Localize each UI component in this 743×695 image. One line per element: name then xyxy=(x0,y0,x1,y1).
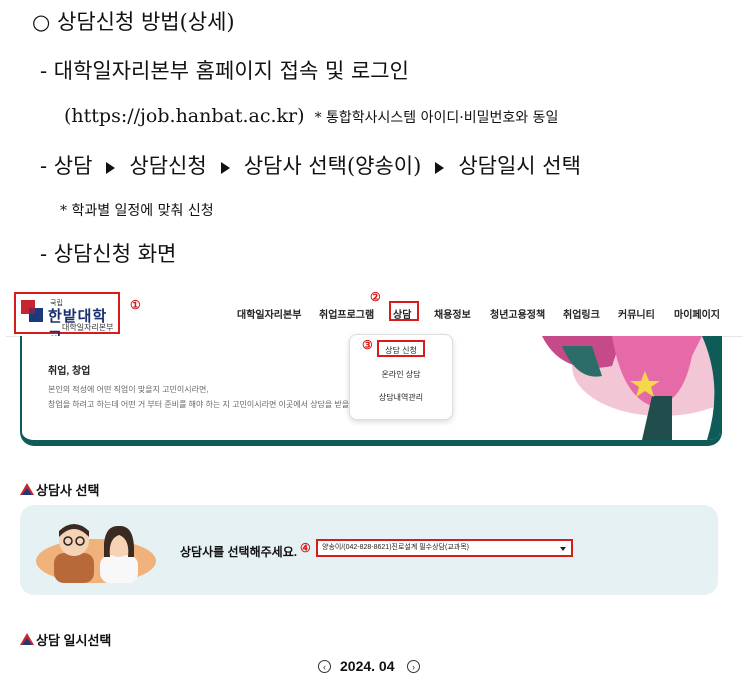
step1-url: (https://job.hanbat.ac.kr) xyxy=(64,105,305,127)
nav-item-mypage[interactable]: 마이페이지 xyxy=(674,306,720,321)
arrow-right-icon xyxy=(106,161,116,174)
menu-item-apply[interactable]: 상담 신청 xyxy=(350,345,452,356)
step1-note: * 통합학사시스템 아이디·비밀번호와 동일 xyxy=(314,110,559,126)
counselor-select-value: 양송이/(042-828-8621)진로설계 필수상담(교과목) xyxy=(322,544,469,551)
chevron-down-icon xyxy=(560,547,566,551)
hero-text-1: 본인의 적성에 어떤 직업이 맞을지 고민이시라면, xyxy=(48,385,209,394)
counselor-panel: 상담사를 선택해주세요. ④ 양송이/(042-828-8621)진로설계 필수… xyxy=(20,505,718,595)
nav-item-jobs[interactable]: 채용정보 xyxy=(434,306,471,321)
month-navigator: ‹ 2024. 04 › xyxy=(318,658,428,678)
arrow-right-icon xyxy=(220,161,230,174)
nav-item-program[interactable]: 취업프로그램 xyxy=(319,306,374,321)
step2-prefix: - xyxy=(40,154,54,178)
site-header: 국립 한밭대학교 대학일자리본부 ① 대학일자리본부 취업프로그램 ② 상담 채… xyxy=(6,276,743,346)
chevron-left-circle-icon[interactable]: ‹ xyxy=(318,660,331,673)
chevron-right-circle-icon[interactable]: › xyxy=(407,660,420,673)
step1-url-line: (https://job.hanbat.ac.kr) * 통합학사시스템 아이디·… xyxy=(64,105,558,127)
section-logo-icon xyxy=(20,633,34,645)
nav-item-community[interactable]: 커뮤니티 xyxy=(618,306,655,321)
nav-item-counsel[interactable]: 상담 xyxy=(393,306,411,321)
nav-item-center[interactable]: 대학일자리본부 xyxy=(237,306,301,321)
step2-item: 상담사 선택(양송이) xyxy=(243,154,422,178)
counselor-prompt: 상담사를 선택해주세요. xyxy=(180,545,298,559)
step2-item: 상담신청 xyxy=(129,154,207,178)
counselor-select[interactable]: 양송이/(042-828-8621)진로설계 필수상담(교과목) xyxy=(316,539,573,557)
marker-4: ④ xyxy=(300,541,311,555)
counsel-dropdown-menu: ③ 상담 신청 온라인 상담 상담내역관리 xyxy=(349,334,453,420)
current-month: 2024. 04 xyxy=(340,658,395,674)
site-logo[interactable]: 국립 한밭대학교 대학일자리본부 xyxy=(14,292,120,346)
menu-item-history[interactable]: 상담내역관리 xyxy=(350,392,452,403)
nav-item-policy[interactable]: 청년고용정책 xyxy=(490,306,545,321)
step2-line: - 상담 상담신청 상담사 선택(양송이) 상담일시 선택 xyxy=(40,150,581,180)
section-title-datetime: 상담 일시선택 xyxy=(36,633,112,648)
section-logo-icon xyxy=(20,483,34,495)
site-screenshot: 국립 한밭대학교 대학일자리본부 ① 대학일자리본부 취업프로그램 ② 상담 채… xyxy=(6,276,743,695)
hero-title: 취업, 창업 xyxy=(48,366,91,377)
logo-subtitle: 대학일자리본부 xyxy=(62,323,114,332)
section-title-counselor: 상담사 선택 xyxy=(36,483,100,498)
step2-item: 상담일시 선택 xyxy=(458,154,581,178)
method-heading: ○ 상담신청 방법(상세) xyxy=(32,10,235,34)
menu-item-online[interactable]: 온라인 상담 xyxy=(350,369,452,380)
university-logo-icon xyxy=(21,300,43,322)
nav-item-links[interactable]: 취업링크 xyxy=(563,306,600,321)
hero-text-2: 창업을 하려고 하는데 어떤 거 부터 준비를 해야 하는 지 고민이시라면 이… xyxy=(48,400,359,409)
step2-item: 상담 xyxy=(53,154,93,178)
step2-note: * 학과별 일정에 맞춰 신청 xyxy=(60,203,214,219)
marker-2: ② xyxy=(370,290,381,304)
counselors-illustration xyxy=(36,524,156,583)
arrow-right-icon xyxy=(435,161,445,174)
marker-1: ① xyxy=(130,298,141,312)
step1-title: - 대학일자리본부 홈페이지 접속 및 로그인 xyxy=(40,59,409,83)
step3-title: - 상담신청 화면 xyxy=(40,242,177,266)
hero-illustration xyxy=(542,336,720,440)
